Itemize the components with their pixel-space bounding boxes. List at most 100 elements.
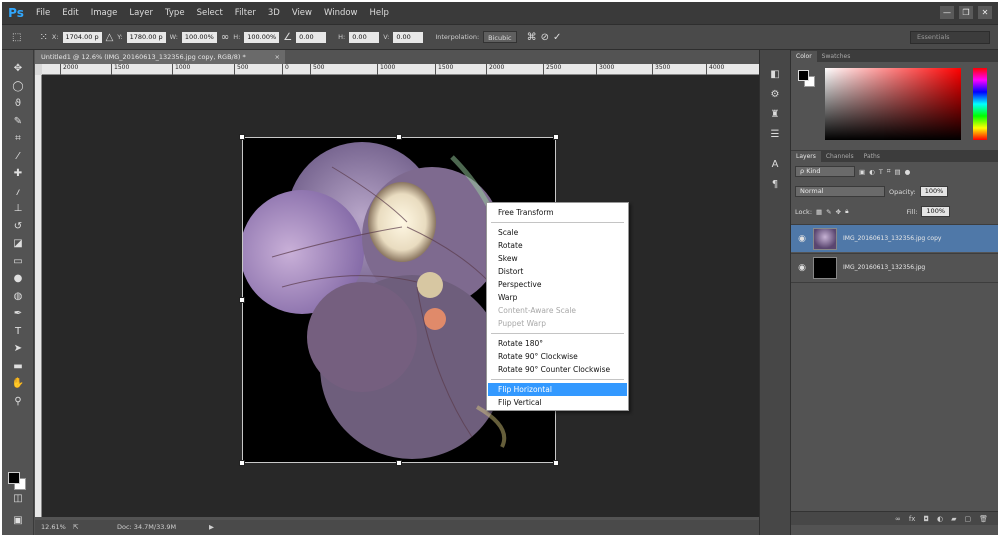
filter-adjustment-icon[interactable]: ◐ (869, 168, 875, 176)
menu-file[interactable]: File (30, 8, 56, 18)
pen-tool-icon[interactable]: ✒ (2, 305, 34, 323)
y-field[interactable]: 1780.00 p (126, 31, 166, 43)
height-field[interactable]: 100.00% (244, 31, 280, 43)
lock-move-icon[interactable]: ✥ (836, 208, 841, 216)
menu-select[interactable]: Select (191, 8, 229, 18)
healing-brush-tool-icon[interactable]: ✚ (2, 165, 34, 183)
tab-paths[interactable]: Paths (859, 151, 885, 162)
tab-close-icon[interactable]: × (275, 50, 280, 64)
filter-toggle-icon[interactable]: ● (905, 168, 911, 176)
transform-handle[interactable] (553, 134, 559, 140)
visibility-eye-icon[interactable]: ◉ (791, 263, 813, 273)
fill-field[interactable]: 100% (921, 206, 951, 217)
link-layers-icon[interactable]: ∞ (895, 515, 901, 523)
menu-item-rotate-90-ccw[interactable]: Rotate 90° Counter Clockwise (488, 363, 627, 376)
quick-mask-icon[interactable]: ◫ (2, 490, 34, 508)
screen-mode-icon[interactable]: ▣ (2, 512, 34, 530)
zoom-level[interactable]: 12.61% (41, 520, 66, 535)
menu-item-free-transform[interactable]: Free Transform (488, 206, 627, 219)
menu-item-distort[interactable]: Distort (488, 265, 627, 278)
document-tab[interactable]: Untitled1 @ 12.6% (IMG_20160613_132356.j… (35, 50, 285, 64)
width-field[interactable]: 100.00% (181, 31, 217, 43)
brush-panel-icon[interactable]: ♜ (760, 104, 790, 124)
delete-layer-icon[interactable]: 🗑︎ (979, 515, 988, 523)
menu-window[interactable]: Window (318, 8, 364, 18)
warp-mode-icon[interactable]: ⌘ (527, 32, 537, 43)
menu-item-flip-horizontal[interactable]: Flip Horizontal (488, 383, 627, 396)
eyedropper-tool-icon[interactable]: ⁄ (2, 148, 34, 166)
x-field[interactable]: 1704.00 p (62, 31, 102, 43)
history-panel-icon[interactable]: ◧ (760, 64, 790, 84)
status-menu-arrow-icon[interactable]: ▶ (209, 520, 214, 535)
tab-channels[interactable]: Channels (821, 151, 859, 162)
close-button[interactable]: ✕ (978, 6, 992, 19)
paragraph-panel-icon[interactable]: ¶ (760, 174, 790, 194)
type-tool-icon[interactable]: T (2, 323, 34, 341)
brush-tool-icon[interactable]: ⳇ (2, 183, 34, 201)
new-layer-icon[interactable]: ▢ (964, 515, 971, 523)
menu-item-warp[interactable]: Warp (488, 291, 627, 304)
menu-edit[interactable]: Edit (56, 8, 84, 18)
layer-filter-select[interactable]: ρ Kind (795, 166, 855, 177)
transform-handle[interactable] (396, 134, 402, 140)
hskew-field[interactable]: 0.00 (349, 31, 380, 43)
color-picker-field[interactable] (825, 68, 961, 140)
menu-layer[interactable]: Layer (123, 8, 159, 18)
blur-tool-icon[interactable]: ● (2, 270, 34, 288)
menu-item-scale[interactable]: Scale (488, 226, 627, 239)
hand-tool-icon[interactable]: ✋ (2, 375, 34, 393)
minimize-button[interactable]: — (940, 6, 954, 19)
menu-type[interactable]: Type (159, 8, 191, 18)
angle-field[interactable]: 0.00 (296, 31, 327, 43)
transform-handle[interactable] (396, 460, 402, 466)
restore-button[interactable]: ❐ (959, 6, 973, 19)
menu-item-rotate-180[interactable]: Rotate 180° (488, 337, 627, 350)
menu-view[interactable]: View (286, 8, 318, 18)
reference-point-icon[interactable]: ⁙ (39, 32, 47, 43)
character-panel-icon[interactable]: A (760, 154, 790, 174)
filter-shape-icon[interactable]: ⌗ (887, 167, 891, 176)
foreground-color-swatch[interactable] (8, 472, 20, 484)
delta-icon[interactable]: △ (106, 32, 114, 43)
transform-handle[interactable] (553, 460, 559, 466)
visibility-eye-icon[interactable]: ◉ (791, 234, 813, 244)
clone-stamp-tool-icon[interactable]: ⊥ (2, 200, 34, 218)
lock-transparent-icon[interactable]: ▦ (816, 208, 822, 216)
lock-brush-icon[interactable]: ✎ (826, 208, 831, 216)
menu-item-flip-vertical[interactable]: Flip Vertical (488, 396, 627, 409)
workspace-select[interactable]: Essentials (910, 31, 990, 44)
menu-item-rotate[interactable]: Rotate (488, 239, 627, 252)
filter-smart-icon[interactable]: ▤ (894, 168, 900, 176)
history-brush-tool-icon[interactable]: ↺ (2, 218, 34, 236)
zoom-tool-icon[interactable]: ⚲ (2, 393, 34, 411)
menu-image[interactable]: Image (85, 8, 124, 18)
hue-slider[interactable] (973, 68, 987, 140)
rectangle-tool-icon[interactable]: ▬ (2, 358, 34, 376)
opacity-field[interactable]: 100% (919, 186, 949, 197)
add-mask-icon[interactable]: ◘ (923, 515, 929, 523)
properties-panel-icon[interactable]: ⚙ (760, 84, 790, 104)
tab-color[interactable]: Color (791, 51, 817, 62)
menu-help[interactable]: Help (364, 8, 395, 18)
marquee-tool-icon[interactable]: ◯ (2, 78, 34, 96)
transform-handle[interactable] (239, 297, 245, 303)
transform-handle[interactable] (239, 460, 245, 466)
quick-select-tool-icon[interactable]: ✎ (2, 113, 34, 131)
tab-layers[interactable]: Layers (791, 151, 821, 162)
transform-tool-icon[interactable]: ⬚ (12, 32, 21, 43)
vskew-field[interactable]: 0.00 (393, 31, 424, 43)
lasso-tool-icon[interactable]: ϑ (2, 95, 34, 113)
filter-pixel-icon[interactable]: ▣ (859, 168, 865, 176)
gradient-tool-icon[interactable]: ▭ (2, 253, 34, 271)
commit-transform-icon[interactable]: ✓ (553, 32, 561, 43)
eraser-tool-icon[interactable]: ◪ (2, 235, 34, 253)
menu-filter[interactable]: Filter (229, 8, 262, 18)
layer-style-icon[interactable]: fx (909, 515, 916, 523)
interpolation-select[interactable]: Bicubic (483, 31, 517, 43)
layer-row[interactable]: ◉ IMG_20160613_132356.jpg copy (791, 224, 998, 252)
lock-all-icon[interactable]: 🔒︎ (845, 207, 848, 216)
layer-row[interactable]: ◉ IMG_20160613_132356.jpg (791, 253, 998, 281)
dodge-tool-icon[interactable]: ◍ (2, 288, 34, 306)
adjustments-panel-icon[interactable]: ☰ (760, 124, 790, 144)
new-group-icon[interactable]: ▰ (951, 515, 956, 523)
